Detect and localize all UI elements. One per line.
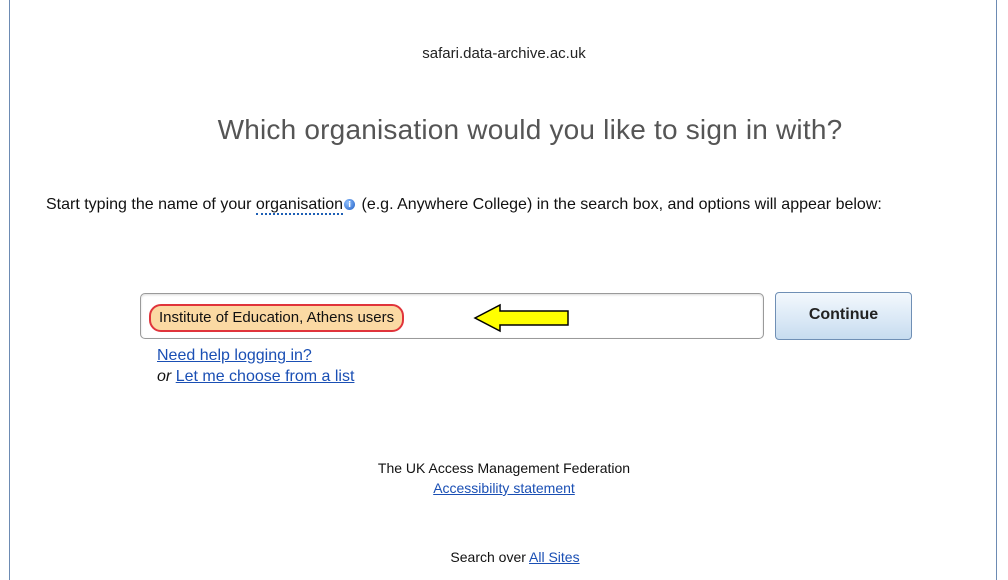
footer: The UK Access Management Federation Acce… <box>0 458 1008 498</box>
continue-button[interactable]: Continue <box>775 292 912 340</box>
organisation-term[interactable]: organisation <box>255 196 344 215</box>
search-over: Search over All Sites <box>0 549 1008 565</box>
federation-name: The UK Access Management Federation <box>377 460 631 476</box>
instructions: Start typing the name of your organisati… <box>46 195 986 215</box>
instructions-start: Start typing the name of your <box>46 196 256 213</box>
site-host: safari.data-archive.ac.uk <box>422 45 586 62</box>
search-input-value: Institute of Education, Athens users <box>149 304 405 332</box>
instructions-end: (e.g. Anywhere College) in the search bo… <box>357 196 882 213</box>
organisation-search-input[interactable]: Institute of Education, Athens users <box>140 293 764 339</box>
need-help-link[interactable]: Need help logging in? <box>157 347 312 364</box>
help-links: Need help logging in? or Let me choose f… <box>157 345 354 387</box>
all-sites-link[interactable]: All Sites <box>529 549 580 565</box>
info-icon[interactable]: i <box>344 199 356 210</box>
page-title: Which organisation would you like to sig… <box>217 114 843 145</box>
choose-from-list-link[interactable]: Let me choose from a list <box>176 368 355 385</box>
or-text: or <box>157 368 172 385</box>
accessibility-statement-link[interactable]: Accessibility statement <box>433 480 575 496</box>
search-over-prefix: Search over <box>450 549 530 565</box>
yellow-left-arrow-icon <box>473 303 569 333</box>
